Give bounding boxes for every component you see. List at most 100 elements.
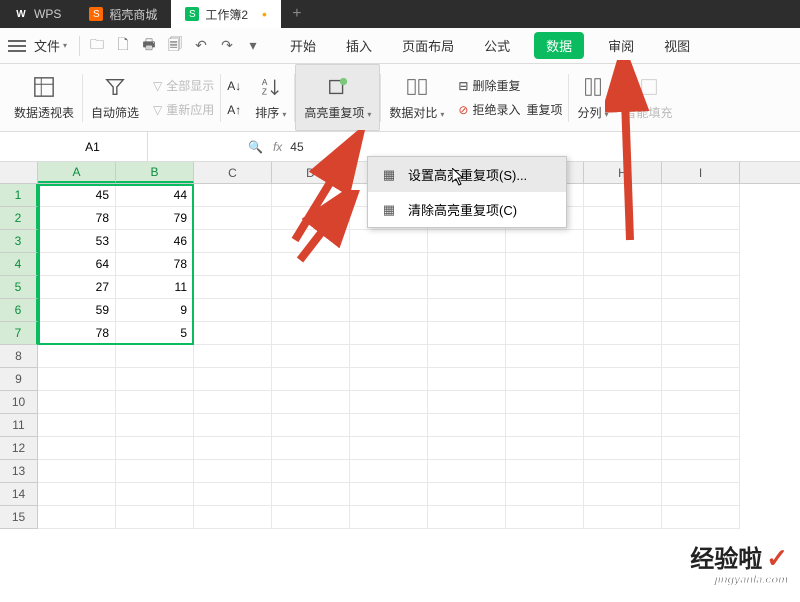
cell-G15[interactable] <box>506 506 584 529</box>
tab-view[interactable]: 视图 <box>658 32 696 59</box>
select-all-corner[interactable] <box>0 162 38 183</box>
cell-C8[interactable] <box>194 345 272 368</box>
cell-C7[interactable] <box>194 322 272 345</box>
cell-A7[interactable]: 78 <box>38 322 116 345</box>
cell-A1[interactable]: 45 <box>38 184 116 207</box>
tab-wps[interactable]: W WPS <box>0 0 75 28</box>
cell-A2[interactable]: 78 <box>38 207 116 230</box>
cell-I14[interactable] <box>662 483 740 506</box>
print-preview-icon[interactable]: 🗐 <box>166 37 184 55</box>
cell-B2[interactable]: 79 <box>116 207 194 230</box>
sort-asc-button[interactable]: A↓ <box>227 75 241 97</box>
save-as-icon[interactable]: 🗋 <box>114 37 132 55</box>
cell-I10[interactable] <box>662 391 740 414</box>
cell-I3[interactable] <box>662 230 740 253</box>
row-header-6[interactable]: 6 <box>0 299 38 322</box>
cell-D3[interactable] <box>272 230 350 253</box>
cell-G6[interactable] <box>506 299 584 322</box>
cell-I7[interactable] <box>662 322 740 345</box>
column-header-C[interactable]: C <box>194 162 272 183</box>
cell-F6[interactable] <box>428 299 506 322</box>
more-icon[interactable]: ▾ <box>244 37 262 55</box>
cell-A13[interactable] <box>38 460 116 483</box>
cell-H9[interactable] <box>584 368 662 391</box>
cell-I11[interactable] <box>662 414 740 437</box>
cell-C4[interactable] <box>194 253 272 276</box>
row-header-14[interactable]: 14 <box>0 483 38 506</box>
save-icon[interactable]: 🗀 <box>88 37 106 55</box>
cell-B9[interactable] <box>116 368 194 391</box>
data-compare-button[interactable]: 数据对比 <box>381 64 452 131</box>
cell-C6[interactable] <box>194 299 272 322</box>
cell-E4[interactable] <box>350 253 428 276</box>
cell-H15[interactable] <box>584 506 662 529</box>
cell-G5[interactable] <box>506 276 584 299</box>
cell-D6[interactable] <box>272 299 350 322</box>
cell-C1[interactable] <box>194 184 272 207</box>
cell-A5[interactable]: 27 <box>38 276 116 299</box>
clear-highlight-item[interactable]: ▦ 清除高亮重复项(C) <box>368 192 566 227</box>
row-header-3[interactable]: 3 <box>0 230 38 253</box>
cell-I4[interactable] <box>662 253 740 276</box>
cell-B7[interactable]: 5 <box>116 322 194 345</box>
sort-button[interactable]: AZ 排序 <box>247 64 294 131</box>
cell-F8[interactable] <box>428 345 506 368</box>
cell-H14[interactable] <box>584 483 662 506</box>
row-header-9[interactable]: 9 <box>0 368 38 391</box>
cell-F10[interactable] <box>428 391 506 414</box>
tab-home[interactable]: 开始 <box>284 32 322 59</box>
formula-input[interactable]: 45 <box>290 140 303 154</box>
cell-I12[interactable] <box>662 437 740 460</box>
cell-D2[interactable] <box>272 207 350 230</box>
tab-pagelayout[interactable]: 页面布局 <box>396 32 460 59</box>
cell-B12[interactable] <box>116 437 194 460</box>
column-header-I[interactable]: I <box>662 162 740 183</box>
cell-G7[interactable] <box>506 322 584 345</box>
cell-D15[interactable] <box>272 506 350 529</box>
row-header-10[interactable]: 10 <box>0 391 38 414</box>
cell-I13[interactable] <box>662 460 740 483</box>
cell-H6[interactable] <box>584 299 662 322</box>
cell-I2[interactable] <box>662 207 740 230</box>
cell-F15[interactable] <box>428 506 506 529</box>
cell-F9[interactable] <box>428 368 506 391</box>
cell-D13[interactable] <box>272 460 350 483</box>
hamburger-icon[interactable] <box>8 40 26 52</box>
cell-E14[interactable] <box>350 483 428 506</box>
cell-G3[interactable] <box>506 230 584 253</box>
cell-B10[interactable] <box>116 391 194 414</box>
cell-D12[interactable] <box>272 437 350 460</box>
cell-H4[interactable] <box>584 253 662 276</box>
cell-D9[interactable] <box>272 368 350 391</box>
cell-B8[interactable] <box>116 345 194 368</box>
cell-F7[interactable] <box>428 322 506 345</box>
cell-I15[interactable] <box>662 506 740 529</box>
spreadsheet-grid[interactable]: ABCDEFGHI 145442787935346464785271165997… <box>0 162 800 602</box>
row-header-7[interactable]: 7 <box>0 322 38 345</box>
cell-H2[interactable] <box>584 207 662 230</box>
cell-G9[interactable] <box>506 368 584 391</box>
cell-G12[interactable] <box>506 437 584 460</box>
cell-H8[interactable] <box>584 345 662 368</box>
cell-A6[interactable]: 59 <box>38 299 116 322</box>
cell-E6[interactable] <box>350 299 428 322</box>
cell-C9[interactable] <box>194 368 272 391</box>
reapply-button[interactable]: ▽重新应用 <box>153 99 214 121</box>
cell-F11[interactable] <box>428 414 506 437</box>
cell-C15[interactable] <box>194 506 272 529</box>
cell-A8[interactable] <box>38 345 116 368</box>
cell-H7[interactable] <box>584 322 662 345</box>
cell-E11[interactable] <box>350 414 428 437</box>
cell-C10[interactable] <box>194 391 272 414</box>
cell-A3[interactable]: 53 <box>38 230 116 253</box>
cell-H13[interactable] <box>584 460 662 483</box>
cell-B14[interactable] <box>116 483 194 506</box>
name-box[interactable]: A1 <box>38 132 148 161</box>
row-header-15[interactable]: 15 <box>0 506 38 529</box>
cell-E12[interactable] <box>350 437 428 460</box>
cell-B3[interactable]: 46 <box>116 230 194 253</box>
cell-F5[interactable] <box>428 276 506 299</box>
cell-E9[interactable] <box>350 368 428 391</box>
cell-B4[interactable]: 78 <box>116 253 194 276</box>
tab-workbook[interactable]: S 工作簿2 • <box>171 0 281 28</box>
